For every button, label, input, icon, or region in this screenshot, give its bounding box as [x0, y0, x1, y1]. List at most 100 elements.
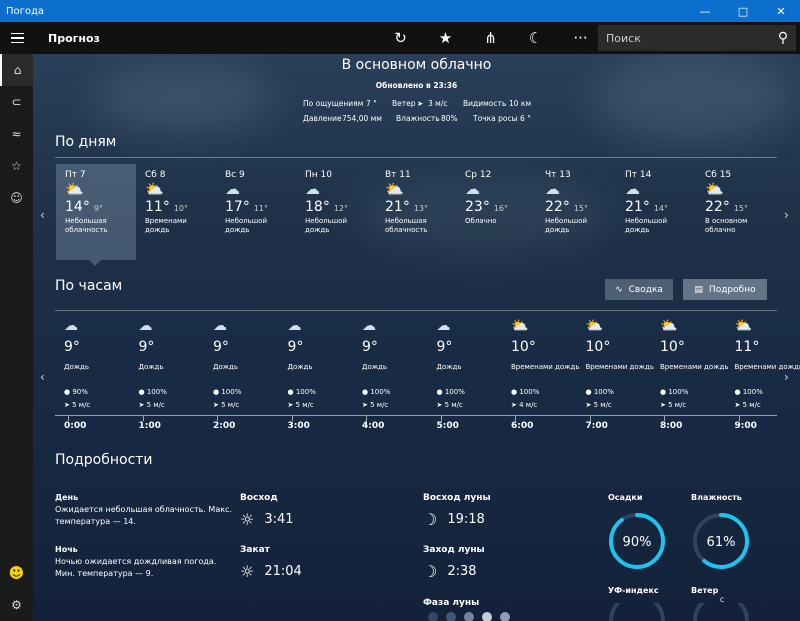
hourly-section-title: По часам: [55, 278, 123, 294]
day-text: Ожидается небольшая облачность. Макс. те…: [55, 505, 232, 526]
maps-icon[interactable]: ⊂: [0, 86, 33, 118]
sunrise-value: 3:41: [264, 512, 294, 527]
hour-precip: ● 100%: [139, 388, 167, 396]
precip-label: Осадки: [608, 493, 643, 502]
sunset-icon: ☼: [240, 562, 255, 581]
detail-button[interactable]: ▤ Подробно: [683, 279, 767, 300]
more-options-icon[interactable]: ···: [558, 22, 603, 54]
wind-arrow-icon: ➤: [64, 401, 70, 409]
timeline-tick: [738, 416, 740, 421]
day-card[interactable]: Чт 13 ☁ 22° 15° Небольшой дождь: [536, 164, 616, 260]
day-low: 14°: [653, 204, 669, 213]
wind-arrow-icon: ➤: [213, 401, 219, 409]
timeline-tick: [291, 416, 293, 421]
pin-icon[interactable]: ⋔: [468, 22, 513, 54]
feedback-smiley-icon[interactable]: ☻: [0, 557, 33, 589]
hour-wind-value: 5 м/с: [668, 401, 687, 409]
rain-icon: ☁: [305, 180, 320, 198]
hour-desc: Дождь: [287, 363, 313, 371]
sun-rain-icon: ⛅: [660, 318, 678, 334]
news-smiley-icon[interactable]: ☺: [0, 182, 33, 214]
day-card[interactable]: Вс 9 ☁ 17° 11° Небольшой дождь: [216, 164, 296, 260]
wind-detail-label: Ветер: [691, 586, 719, 595]
day-card[interactable]: Пт 14 ☁ 21° 14° Небольшой дождь: [616, 164, 696, 260]
uv-gauge: [609, 603, 665, 621]
feels-like-value: 7 °: [366, 99, 377, 108]
hour-column: ⛅ 10° Временами дождь ● 100% ➤ 4 м/с 6:00: [511, 318, 585, 436]
summary-button[interactable]: ∿ Сводка: [605, 279, 673, 300]
humidity-label: Влажность: [396, 114, 440, 123]
day-card[interactable]: Вт 11 ⛅ 21° 13° Небольшая облачность: [376, 164, 456, 260]
moonrise-icon: ☽: [423, 510, 438, 529]
hour-time: 6:00: [511, 421, 534, 431]
settings-gear-icon[interactable]: ⚙: [0, 589, 33, 621]
daily-section-title: По дням: [55, 134, 117, 150]
rain-icon: ☁: [287, 318, 302, 334]
day-high: 23°: [465, 199, 490, 215]
timeline-tick: [68, 416, 69, 421]
sunrise-label: Восход: [240, 493, 278, 503]
minimize-icon[interactable]: —: [686, 0, 724, 22]
rain-icon: ☁: [436, 318, 451, 334]
day-desc: В основном облачно: [705, 217, 748, 234]
humidity-gauge: 61%: [693, 513, 749, 569]
details-section-title: Подробности: [55, 452, 153, 468]
day-name: Пт 7: [65, 170, 86, 180]
home-icon[interactable]: ⌂: [0, 54, 33, 86]
day-card[interactable]: Сб 15 ⛅ 22° 15° В основном облачно: [696, 164, 776, 260]
hamburger-menu-icon[interactable]: [0, 22, 34, 54]
wind-gauge: [693, 603, 749, 621]
hour-column: ☁ 9° Дождь ● 100% ➤ 5 м/с 2:00: [213, 318, 287, 436]
feels-like-label: По ощущениям: [303, 99, 364, 108]
rain-icon: ☁: [213, 318, 227, 334]
hour-wind-value: 5 м/с: [221, 401, 240, 409]
moonphase-label: Фаза луны: [423, 598, 480, 608]
hour-wind-value: 5 м/с: [295, 401, 314, 409]
day-card[interactable]: Ср 12 ☁ 23° 16° Облачно: [456, 164, 536, 260]
search-box[interactable]: Поиск ⚲: [598, 25, 796, 51]
hour-wind: ➤ 5 м/с: [437, 401, 463, 409]
day-card[interactable]: Сб 8 ⛅ 11° 10° Временами дождь: [136, 164, 216, 260]
day-desc: Небольшая облачность: [65, 217, 108, 234]
hour-precip-value: 100%: [295, 388, 316, 396]
hour-wind: ➤ 5 м/с: [213, 401, 239, 409]
sidebar: ⌂ ⊂ ≈ ☆ ☺ ☻ ⚙: [0, 54, 33, 621]
maximize-icon[interactable]: □: [724, 0, 762, 22]
daily-next-arrow-icon[interactable]: ›: [784, 208, 789, 222]
day-high: 11°: [145, 199, 170, 215]
dark-mode-moon-icon[interactable]: ☾: [513, 22, 558, 54]
day-desc: Небольшой дождь: [545, 217, 588, 234]
day-desc: Небольшой дождь: [305, 217, 348, 234]
hourly-prev-arrow-icon[interactable]: ‹: [40, 370, 45, 384]
hour-precip: ● 100%: [511, 388, 539, 396]
daily-prev-arrow-icon[interactable]: ‹: [40, 208, 45, 222]
timeline-tick: [440, 416, 442, 421]
day-name: Вс 9: [225, 170, 245, 180]
historical-weather-icon[interactable]: ≈: [0, 118, 33, 150]
day-temp: 22° 15°: [705, 199, 767, 215]
favorite-star-icon[interactable]: ★: [423, 22, 468, 54]
search-input[interactable]: Поиск: [598, 32, 770, 45]
night-forecast: Ночь Ночью ожидается дождливая погода. М…: [55, 544, 225, 580]
hour-temp: 10°: [511, 339, 536, 355]
close-icon[interactable]: ✕: [762, 0, 800, 22]
night-label: Ночь: [55, 545, 78, 554]
sun-rain-icon: ⛅: [585, 318, 603, 334]
rain-icon: ☁: [362, 318, 376, 334]
divider: [55, 157, 777, 158]
moonset-value: 2:38: [447, 564, 477, 579]
day-card[interactable]: Пн 10 ☁ 18° 12° Небольшой дождь: [296, 164, 376, 260]
hour-temp: 11°: [734, 339, 760, 355]
day-temp: 17° 11°: [225, 199, 287, 215]
detail-button-label: Подробно: [708, 284, 756, 295]
search-icon[interactable]: ⚲: [770, 30, 796, 46]
hour-column: ☁ 9° Дождь ● 100% ➤ 5 м/с 1:00: [139, 318, 213, 436]
day-card[interactable]: Пт 7 ⛅ 14° 9° Небольшая облачность: [56, 164, 136, 260]
partly-cloudy-icon: ⛅: [385, 180, 404, 198]
wind-arrow-icon: ➤: [734, 401, 741, 409]
hour-precip: ● 100%: [437, 388, 465, 396]
refresh-icon[interactable]: ↻: [378, 22, 423, 54]
places-star-icon[interactable]: ☆: [0, 150, 33, 182]
wind-arrow-icon: ➤: [287, 401, 294, 409]
day-low: 16°: [493, 204, 509, 213]
